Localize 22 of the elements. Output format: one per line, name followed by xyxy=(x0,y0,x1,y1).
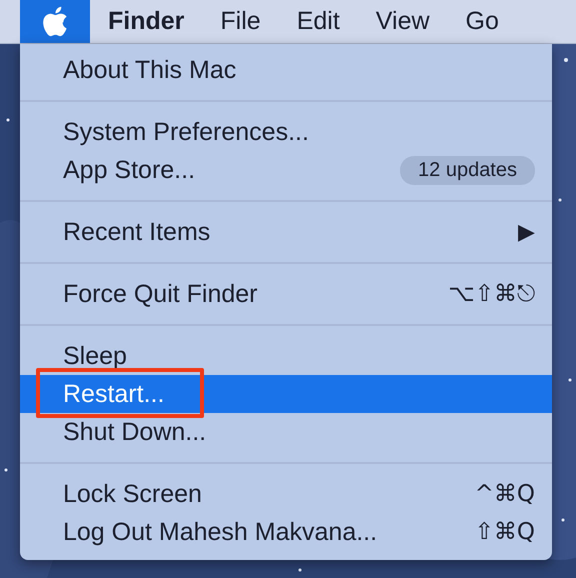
apple-icon xyxy=(42,6,68,37)
keyboard-shortcut: ⌥⇧⌘⎋ xyxy=(448,281,535,307)
menu-item[interactable]: App Store... 12 updates xyxy=(20,151,552,189)
menu-item[interactable]: Recent Items ▶ xyxy=(20,213,552,251)
apple-menu-button[interactable] xyxy=(20,0,90,43)
menu-item[interactable]: Lock Screen ^⌘Q xyxy=(20,475,552,513)
menu-item[interactable]: Force Quit Finder ⌥⇧⌘⎋ xyxy=(20,275,552,313)
menu-item[interactable]: System Preferences... xyxy=(20,113,552,151)
menu-item[interactable]: Sleep xyxy=(20,337,552,375)
menu-bar-item[interactable]: View xyxy=(358,0,448,43)
keyboard-shortcut: ^⌘Q xyxy=(474,481,535,507)
menu-item[interactable]: Restart... xyxy=(20,375,552,413)
menu-item[interactable]: Shut Down... xyxy=(20,413,552,451)
submenu-arrow: ▶ xyxy=(518,219,535,245)
menu-bar-item[interactable]: File xyxy=(202,0,279,43)
menu-item[interactable]: About This Mac xyxy=(20,51,552,89)
menu-item[interactable]: Log Out Mahesh Makvana... ⇧⌘Q xyxy=(20,513,552,551)
menu-bar-item[interactable]: Go xyxy=(448,0,517,43)
menu-bar-item[interactable]: Edit xyxy=(278,0,358,43)
keyboard-shortcut: ⇧⌘Q xyxy=(474,519,535,545)
menu-bar-item[interactable]: Finder xyxy=(90,0,202,43)
update-count-badge: 12 updates xyxy=(400,156,535,184)
